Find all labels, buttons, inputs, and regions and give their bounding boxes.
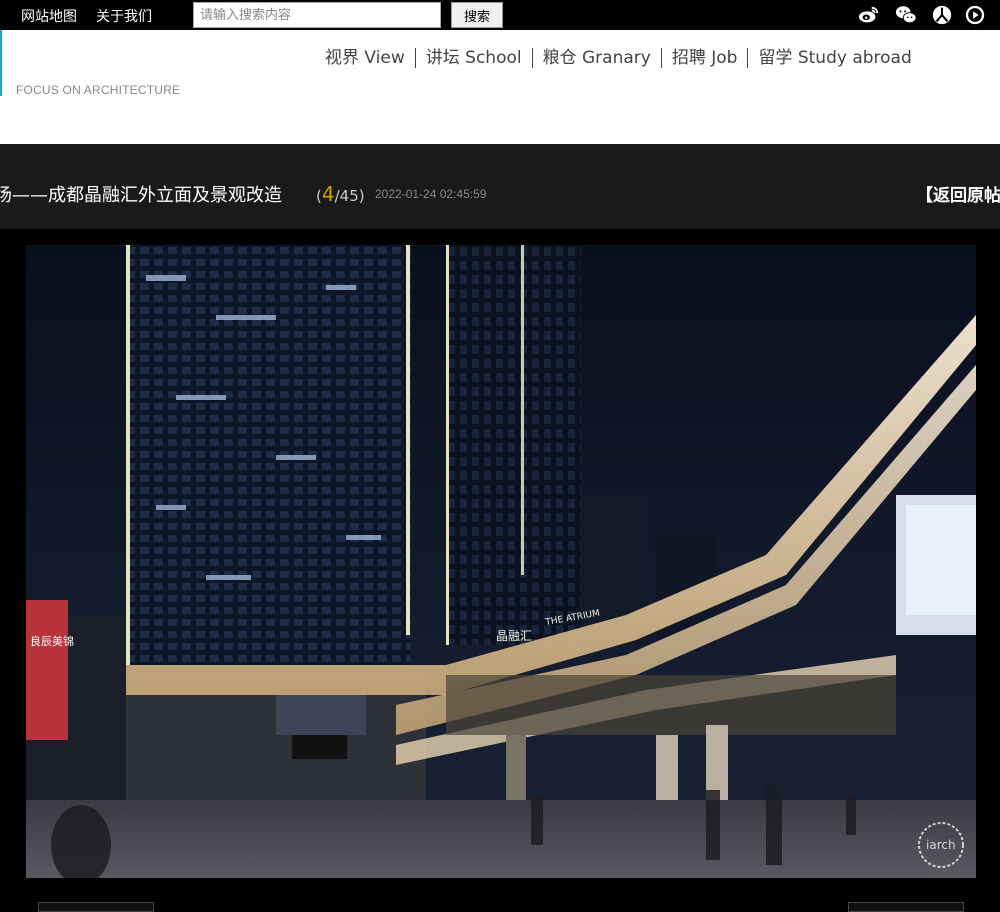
renren-icon[interactable] xyxy=(931,4,953,26)
nav-item-school[interactable]: 讲坛 School xyxy=(414,48,532,68)
svg-text:iarch: iarch xyxy=(926,838,956,852)
counter-current: 4 xyxy=(321,182,335,206)
nav-item-job[interactable]: 招聘 Job xyxy=(660,48,748,68)
left-shop-sign: 良辰美锦 xyxy=(30,634,74,648)
sitemap-link[interactable]: 网站地图 xyxy=(21,6,77,26)
nav-item-granary[interactable]: 粮仓 Granary xyxy=(531,48,661,68)
play-icon[interactable] xyxy=(964,4,986,26)
back-to-post-link[interactable]: 【返回原帖 xyxy=(916,181,1000,206)
site-tagline: FOCUS ON ARCHITECTURE xyxy=(16,83,181,97)
search-button[interactable]: 搜索 xyxy=(451,2,503,28)
search-input[interactable] xyxy=(193,2,441,28)
wechat-icon[interactable] xyxy=(895,4,917,26)
atrium-sign-cn: 晶融汇 xyxy=(496,629,532,643)
post-date: 2022-01-24 02:45:59 xyxy=(375,187,487,201)
counter-total: /45) xyxy=(334,187,365,205)
nav-item-study-abroad[interactable]: 留学 Study abroad xyxy=(747,48,921,68)
nav-item-view[interactable]: 视界 View xyxy=(315,48,415,68)
prev-image-button[interactable] xyxy=(38,902,154,912)
image-counter: (4/45) xyxy=(316,182,365,206)
main-nav: 视界 View 讲坛 School 粮仓 Granary 招聘 Job 留学 S… xyxy=(315,47,922,69)
logo-accent-bar xyxy=(0,30,2,96)
about-us-link[interactable]: 关于我们 xyxy=(96,6,152,26)
site-header: FOCUS ON ARCHITECTURE 视界 View 讲坛 School … xyxy=(0,30,1000,144)
gallery-photo[interactable]: 晶融汇 THE ATRIUM 良辰美锦 iarch xyxy=(26,245,976,878)
weibo-icon[interactable] xyxy=(858,4,880,26)
top-bar: 网站地图 关于我们 搜索 xyxy=(0,0,1000,30)
image-stage: 晶融汇 THE ATRIUM 良辰美锦 iarch xyxy=(0,229,1000,912)
next-image-button[interactable] xyxy=(848,902,964,912)
photo-illustration: 晶融汇 THE ATRIUM 良辰美锦 iarch xyxy=(26,245,976,878)
post-title: 场——成都晶融汇外立面及景观改造 xyxy=(0,185,282,206)
post-title-bar: 场——成都晶融汇外立面及景观改造 (4/45) 2022-01-24 02:45… xyxy=(0,144,1000,229)
